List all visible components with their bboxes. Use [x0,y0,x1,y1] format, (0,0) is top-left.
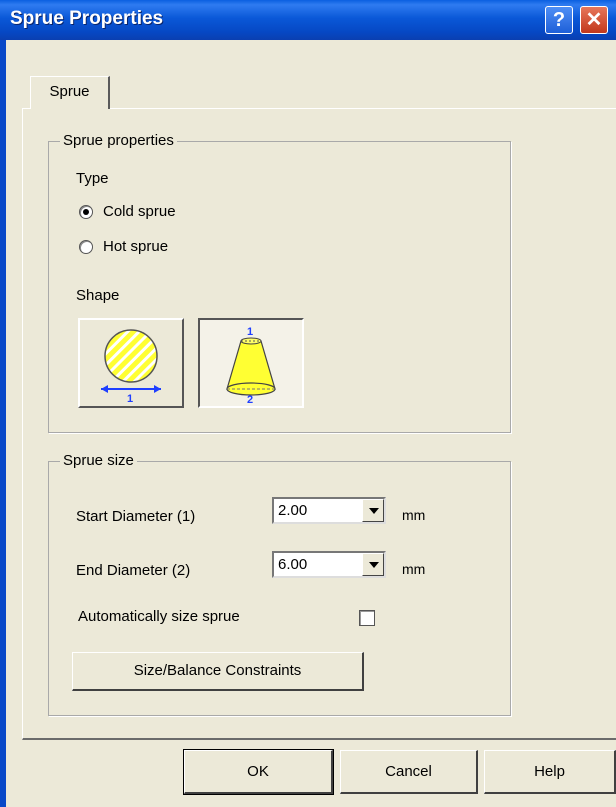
shape-label: Shape [76,287,120,304]
start-diameter-unit: mm [402,507,426,523]
cold-sprue-label[interactable]: Cold sprue [103,203,176,220]
cold-sprue-radio[interactable] [79,205,93,219]
chevron-down-icon[interactable] [362,499,384,522]
cylinder-sprue-icon: 1 [101,329,161,403]
cone-shape-button[interactable]: 1 2 [198,318,304,408]
start-diameter-label: Start Diameter (1) [76,508,196,525]
close-icon[interactable]: ✕ [580,6,608,34]
window-border [0,40,6,807]
type-label: Type [76,170,109,187]
cylinder-shape-button[interactable]: 1 [78,318,184,408]
chevron-down-icon[interactable] [362,553,384,576]
help-button[interactable]: Help [484,750,616,794]
sprue-properties-legend: Sprue properties [60,132,177,150]
cone-top-marker: 1 [247,326,253,338]
end-diameter-label: End Diameter (2) [76,562,191,579]
hot-sprue-radio[interactable] [79,240,93,254]
end-diameter-value[interactable]: 6.00 [278,556,307,573]
cone-bottom-marker: 2 [247,394,253,403]
auto-size-label: Automatically size sprue [78,608,240,625]
hot-sprue-label[interactable]: Hot sprue [103,238,168,255]
sprue-properties-dialog: Sprue Properties ? ✕ Sprue Sprue propert… [0,0,616,807]
window-title: Sprue Properties [10,8,164,29]
sprue-size-legend: Sprue size [60,452,137,470]
auto-size-checkbox[interactable] [359,610,375,626]
help-icon[interactable]: ? [545,6,573,34]
cylinder-marker: 1 [127,393,133,403]
cancel-button[interactable]: Cancel [340,750,478,794]
cone-sprue-icon: 1 2 [226,326,276,403]
title-bar[interactable]: Sprue Properties ? ✕ [0,0,616,40]
start-diameter-value[interactable]: 2.00 [278,502,307,519]
end-diameter-unit: mm [402,561,426,577]
radio-selected-dot [83,209,89,215]
start-diameter-combo[interactable]: 2.00 [272,497,386,524]
tab-sprue[interactable]: Sprue [30,76,110,109]
size-balance-constraints-button[interactable]: Size/Balance Constraints [72,652,364,691]
ok-button[interactable]: OK [183,749,334,795]
end-diameter-combo[interactable]: 6.00 [272,551,386,578]
